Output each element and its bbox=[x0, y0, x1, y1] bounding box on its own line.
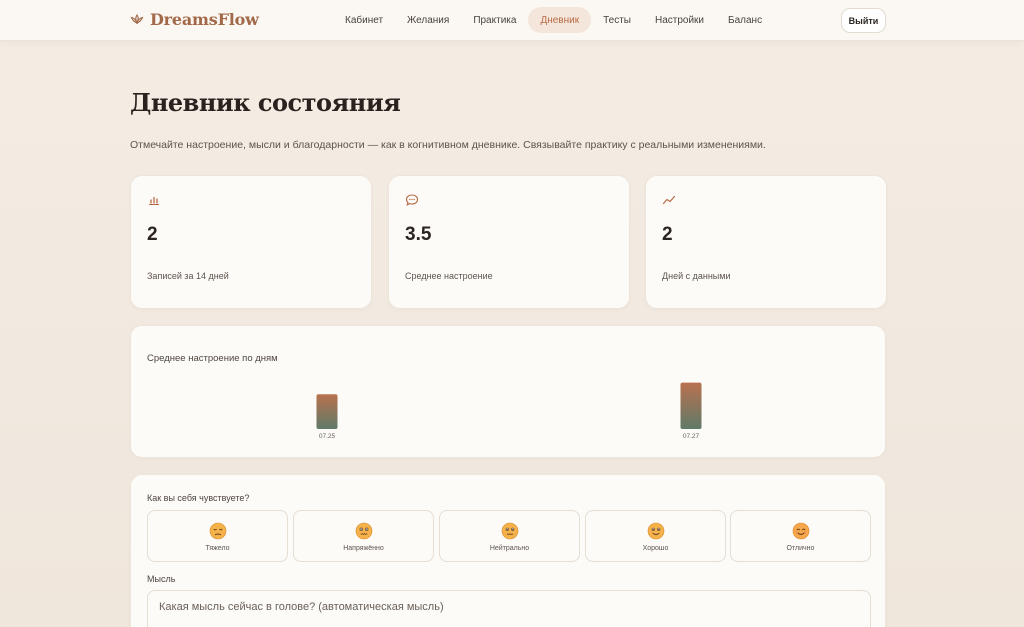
page-title: Дневник состояния bbox=[130, 88, 401, 117]
mood-option-label: Хорошо bbox=[642, 545, 669, 552]
brand-name: DreamsFlow bbox=[150, 10, 259, 29]
nav-item-cabinet[interactable]: Кабинет bbox=[333, 7, 395, 33]
logout-button[interactable]: Выйти bbox=[841, 8, 886, 33]
mood-option-excellent[interactable]: Отлично bbox=[730, 510, 871, 562]
nav-item-settings[interactable]: Настройки bbox=[643, 7, 716, 33]
happy-face-icon bbox=[792, 522, 810, 540]
chart-bar bbox=[316, 394, 338, 429]
page-subtitle: Отмечайте настроение, мысли и благодарно… bbox=[130, 139, 766, 151]
chart-x-tick-label: 07.27 bbox=[683, 433, 700, 440]
thought-input[interactable] bbox=[147, 590, 871, 627]
stat-label: Дней с данными bbox=[662, 271, 731, 281]
neutral-face-icon bbox=[501, 522, 519, 540]
mood-option-hard[interactable]: Тяжело bbox=[147, 510, 288, 562]
mood-option-tense[interactable]: Напряжённо bbox=[293, 510, 434, 562]
nav-item-balance[interactable]: Баланс bbox=[716, 7, 774, 33]
chart-x-tick-label: 07.25 bbox=[319, 433, 336, 440]
chart-bar bbox=[680, 382, 702, 429]
stat-label: Среднее настроение bbox=[405, 271, 493, 281]
bar-chart-icon bbox=[149, 196, 159, 205]
lotus-icon bbox=[130, 13, 144, 24]
mood-option-label: Нейтрально bbox=[489, 545, 530, 552]
mood-chart-card: Среднее настроение по дням 07.25 07.27 bbox=[130, 325, 886, 458]
tense-face-icon bbox=[355, 522, 373, 540]
sad-face-icon bbox=[209, 522, 227, 540]
main-nav: Кабинет Желания Практика Дневник Тесты Н… bbox=[333, 7, 774, 33]
stat-card-entries: 2 Записей за 14 дней bbox=[130, 175, 372, 309]
nav-item-practice[interactable]: Практика bbox=[461, 7, 528, 33]
thought-label: Мысль bbox=[147, 574, 176, 584]
trend-line-icon bbox=[662, 195, 676, 205]
smile-face-icon bbox=[647, 522, 665, 540]
mood-option-label: Напряжённо bbox=[343, 545, 384, 552]
brand-logo[interactable]: DreamsFlow bbox=[130, 10, 259, 29]
nav-item-tests[interactable]: Тесты bbox=[591, 7, 643, 33]
stat-label: Записей за 14 дней bbox=[147, 271, 229, 281]
stat-card-average-mood: 3.5 Среднее настроение bbox=[388, 175, 630, 309]
mood-option-good[interactable]: Хорошо bbox=[585, 510, 726, 562]
mood-entry-card: Как вы себя чувствуете? Тяжело Напряжённ… bbox=[130, 474, 886, 627]
stat-value: 2 bbox=[662, 224, 673, 245]
top-navigation-bar: DreamsFlow Кабинет Желания Практика Днев… bbox=[0, 0, 1024, 41]
mood-bar-chart: 07.25 07.27 bbox=[316, 382, 702, 440]
mood-option-label: Тяжело bbox=[205, 545, 230, 552]
nav-item-wishes[interactable]: Желания bbox=[395, 7, 461, 33]
mood-option-neutral[interactable]: Нейтрально bbox=[439, 510, 580, 562]
stat-value: 3.5 bbox=[405, 224, 432, 245]
stat-card-days-with-data: 2 Дней с данными bbox=[645, 175, 887, 309]
mood-question: Как вы себя чувствуете? bbox=[147, 493, 250, 503]
mood-option-label: Отлично bbox=[786, 545, 815, 552]
chat-bubble-icon bbox=[405, 194, 419, 206]
stat-value: 2 bbox=[147, 224, 158, 245]
nav-item-diary[interactable]: Дневник bbox=[528, 7, 592, 33]
